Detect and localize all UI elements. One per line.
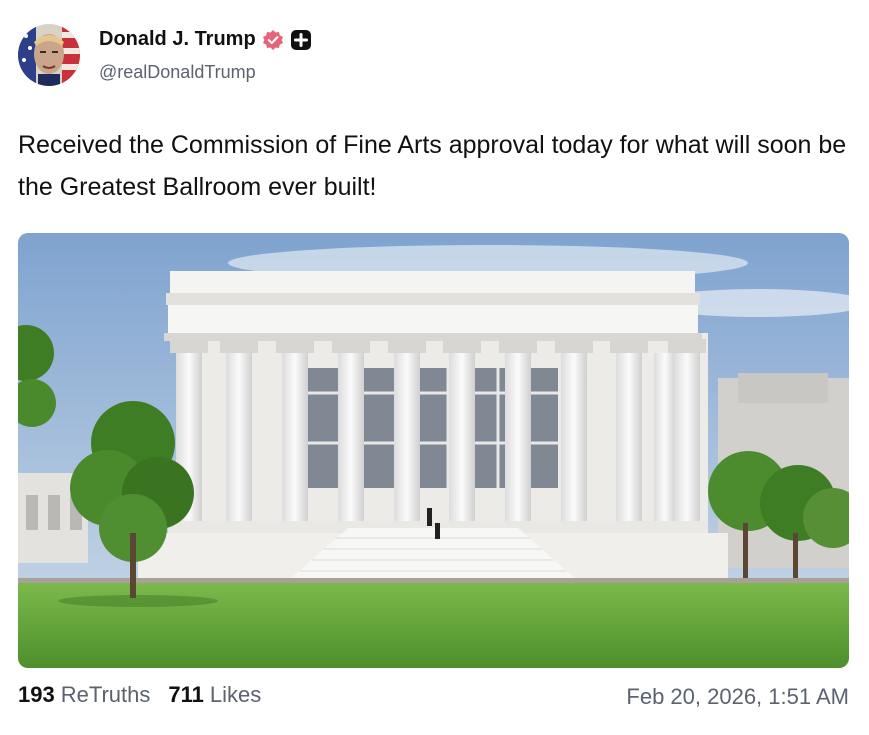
verified-badge-icon xyxy=(262,29,284,51)
display-name[interactable]: Donald J. Trump xyxy=(99,28,256,51)
plus-badge-icon xyxy=(290,29,312,51)
post-image[interactable] xyxy=(18,233,849,668)
post-timestamp[interactable]: Feb 20, 2026, 1:51 AM xyxy=(626,684,849,710)
retruths-count: 193 xyxy=(18,682,55,707)
likes-count: 711 xyxy=(168,682,204,707)
post-text: Received the Commission of Fine Arts app… xyxy=(18,131,847,201)
likes-label: Likes xyxy=(209,682,262,707)
author-handle[interactable]: @realDonaldTrump xyxy=(99,62,256,83)
avatar[interactable] xyxy=(18,24,80,86)
likes-stat[interactable]: 711 Likes xyxy=(168,682,261,708)
ballroom-rendering-image xyxy=(18,233,849,668)
retruths-stat[interactable]: 193 ReTruths xyxy=(18,682,150,708)
avatar-image xyxy=(18,24,80,86)
retruths-label: ReTruths xyxy=(60,682,151,707)
